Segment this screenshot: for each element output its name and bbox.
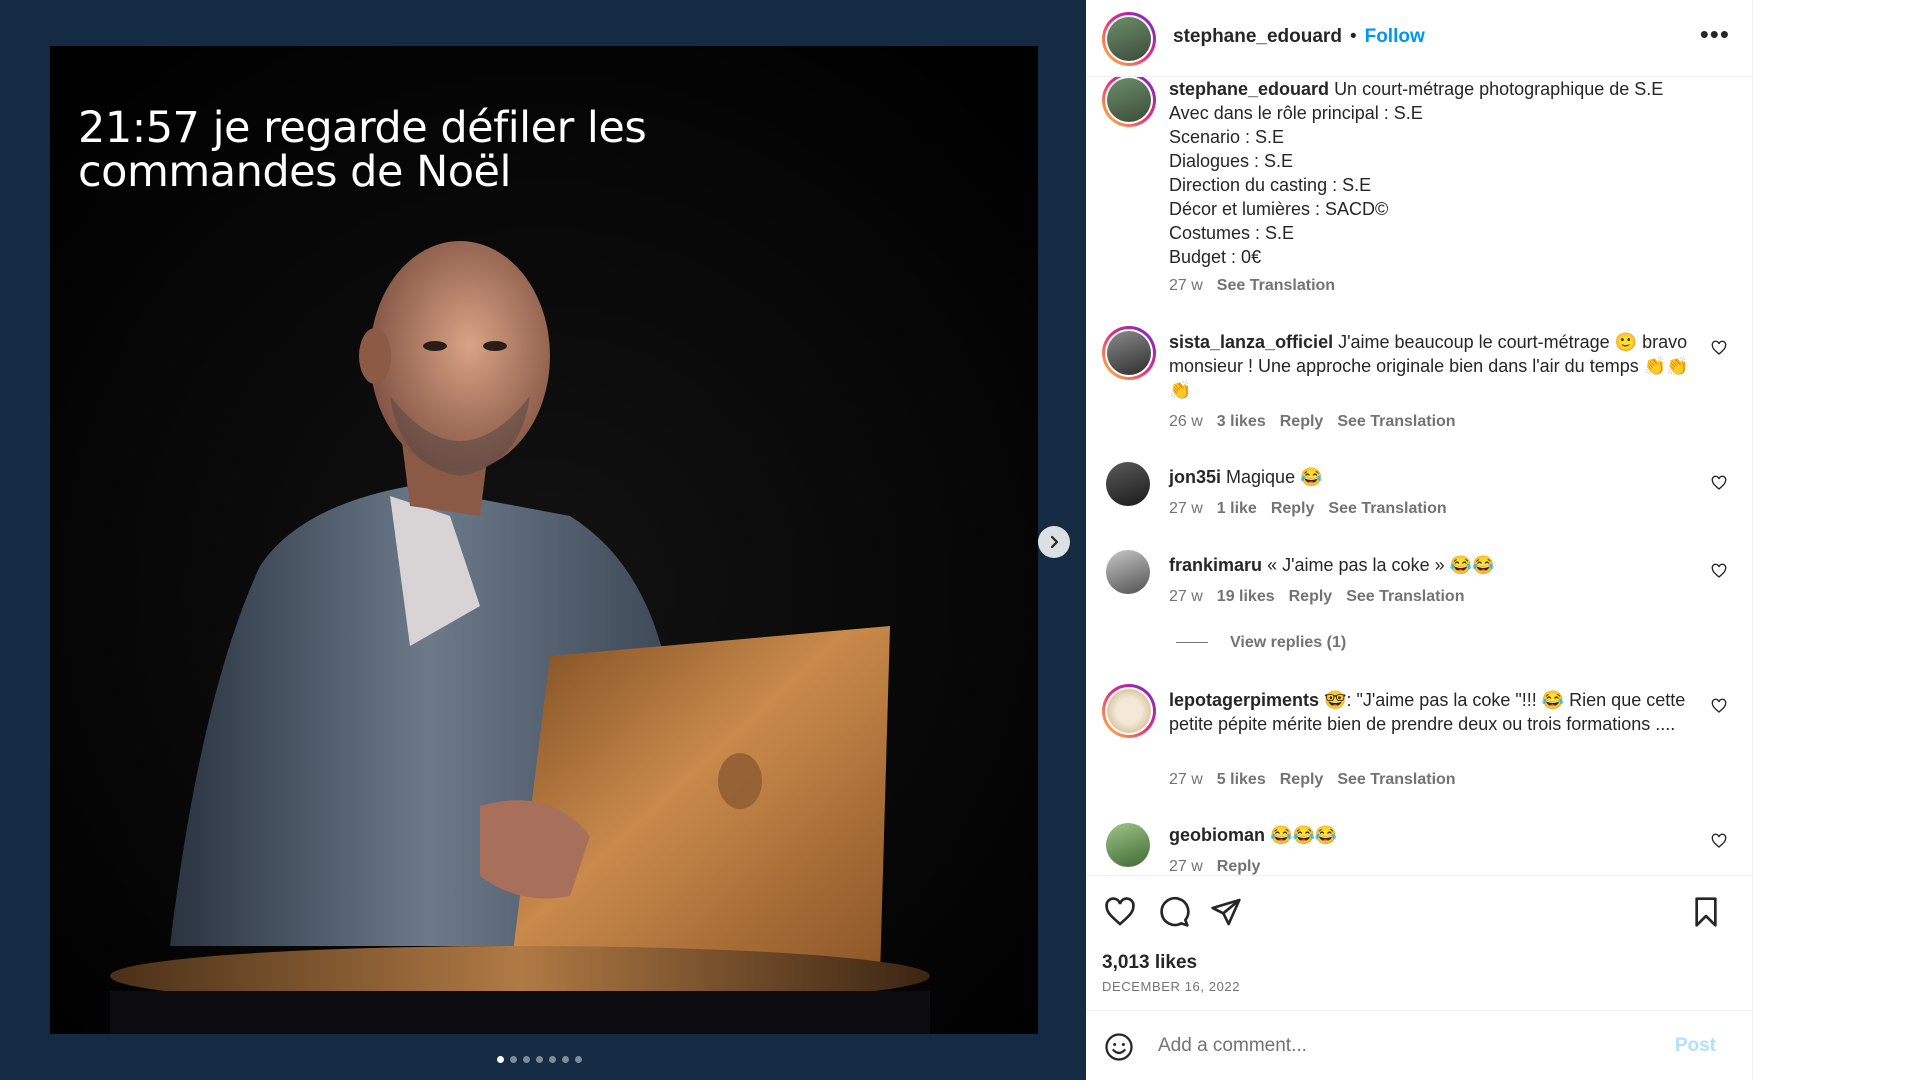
comment-username[interactable]: lepotagerpiments bbox=[1169, 690, 1319, 710]
comment-likes[interactable]: 1 like bbox=[1217, 500, 1257, 517]
comment-likes[interactable]: 5 likes bbox=[1217, 771, 1266, 788]
comment-body: « J'aime pas la coke » 😂😂 bbox=[1267, 555, 1495, 575]
see-translation-link[interactable]: See Translation bbox=[1346, 588, 1464, 605]
comment-likes[interactable]: 3 likes bbox=[1217, 413, 1266, 430]
see-translation-link[interactable]: See Translation bbox=[1337, 413, 1455, 430]
see-translation-link[interactable]: See Translation bbox=[1328, 500, 1446, 517]
author-username[interactable]: stephane_edouard bbox=[1173, 26, 1342, 47]
caption-line: Décor et lumières : SACD© bbox=[1169, 199, 1389, 219]
comment-body: Magique 😂 bbox=[1226, 467, 1323, 487]
emoji-icon[interactable] bbox=[1104, 1032, 1134, 1062]
commenter-avatar[interactable] bbox=[1102, 326, 1156, 380]
commenter-avatar[interactable] bbox=[1102, 684, 1156, 738]
caption-line: Costumes : S.E bbox=[1169, 223, 1295, 243]
comment-text: frankimaru « J'aime pas la coke » 😂😂 bbox=[1169, 553, 1694, 577]
post-comment-button[interactable]: Post bbox=[1675, 1035, 1716, 1057]
bookmark-icon[interactable] bbox=[1690, 896, 1722, 928]
reply-button[interactable]: Reply bbox=[1280, 771, 1324, 788]
comment-age: 27 w bbox=[1169, 588, 1203, 605]
comment-meta: 27 w 19 likes Reply See Translation bbox=[1169, 588, 1478, 606]
comment-meta: 27 w Reply bbox=[1169, 858, 1274, 875]
commenter-avatar[interactable] bbox=[1106, 823, 1150, 867]
carousel-dot bbox=[536, 1056, 543, 1063]
overlay-line-1: 21:57 je regarde défiler les bbox=[78, 103, 647, 153]
reply-button[interactable]: Reply bbox=[1271, 500, 1315, 517]
carousel-dot-active bbox=[497, 1056, 504, 1063]
like-comment-heart-icon[interactable] bbox=[1711, 475, 1727, 491]
header-line: stephane_edouard • Follow bbox=[1173, 26, 1425, 48]
comment-text: geobioman 😂😂😂 bbox=[1169, 823, 1694, 847]
more-options-icon[interactable]: ••• bbox=[1700, 21, 1730, 47]
likes-count[interactable]: 3,013 likes bbox=[1102, 952, 1197, 974]
post-date: DECEMBER 16, 2022 bbox=[1102, 979, 1241, 994]
view-replies-button[interactable]: View replies (1) bbox=[1176, 634, 1346, 652]
comment-age: 27 w bbox=[1169, 500, 1203, 517]
carousel-dot bbox=[523, 1056, 530, 1063]
commenter-avatar[interactable] bbox=[1106, 462, 1150, 506]
chevron-right-icon bbox=[1050, 535, 1059, 549]
caption-line: Dialogues : S.E bbox=[1169, 151, 1294, 171]
comment-age: 27 w bbox=[1169, 771, 1203, 788]
like-comment-heart-icon[interactable] bbox=[1711, 698, 1727, 714]
next-slide-button[interactable] bbox=[1038, 526, 1070, 558]
caption-username[interactable]: stephane_edouard bbox=[1169, 79, 1329, 99]
comment-text: jon35i Magique 😂 bbox=[1169, 465, 1694, 489]
comment-username[interactable]: geobioman bbox=[1169, 825, 1265, 845]
media-pane: 21:57 je regarde défiler les commandes d… bbox=[0, 0, 1086, 1080]
comment-text: lepotagerpiments 🤓: "J'aime pas la coke … bbox=[1169, 688, 1694, 736]
reply-button[interactable]: Reply bbox=[1217, 858, 1261, 875]
caption-meta: 27 w See Translation bbox=[1169, 277, 1349, 295]
comment-meta: 27 w 1 like Reply See Translation bbox=[1169, 500, 1461, 518]
comment-text: sista_lanza_officiel J'aime beaucoup le … bbox=[1169, 330, 1694, 402]
carousel-dot bbox=[575, 1056, 582, 1063]
comment-body: 😂😂😂 bbox=[1270, 825, 1338, 845]
comment-bubble-icon[interactable] bbox=[1158, 896, 1190, 928]
see-translation-link[interactable]: See Translation bbox=[1217, 277, 1335, 294]
caption-line: Direction du casting : S.E bbox=[1169, 175, 1372, 195]
comments-list[interactable]: stephane_edouard Un court-métrage photog… bbox=[1086, 77, 1752, 875]
caption-line: Avec dans le rôle principal : S.E bbox=[1169, 103, 1423, 123]
caption-age: 27 w bbox=[1169, 277, 1203, 294]
commenter-avatar[interactable] bbox=[1106, 550, 1150, 594]
post-sidebar: stephane_edouard • Follow ••• stephane_edo… bbox=[1086, 0, 1753, 1080]
comment-username[interactable]: jon35i bbox=[1169, 467, 1221, 487]
reply-button[interactable]: Reply bbox=[1280, 413, 1324, 430]
page-background bbox=[1753, 0, 1920, 1080]
like-comment-heart-icon[interactable] bbox=[1711, 340, 1727, 356]
carousel-indicator bbox=[497, 1056, 582, 1063]
carousel-dot bbox=[562, 1056, 569, 1063]
comment-input[interactable] bbox=[1156, 1034, 1660, 1058]
caption-line: Scenario : S.E bbox=[1169, 127, 1285, 147]
post-photo[interactable]: 21:57 je regarde défiler les commandes d… bbox=[50, 46, 1038, 1034]
overlay-caption: 21:57 je regarde défiler les commandes d… bbox=[78, 106, 778, 194]
follow-button[interactable]: Follow bbox=[1365, 26, 1425, 47]
reply-button[interactable]: Reply bbox=[1289, 588, 1333, 605]
author-avatar[interactable] bbox=[1102, 12, 1156, 66]
like-comment-heart-icon[interactable] bbox=[1711, 833, 1727, 849]
caption-text: stephane_edouard Un court-métrage photog… bbox=[1169, 77, 1694, 269]
post-actions: 3,013 likes DECEMBER 16, 2022 bbox=[1086, 875, 1752, 1011]
overlay-line-2: commandes de Noël bbox=[78, 147, 511, 197]
comment-username[interactable]: frankimaru bbox=[1169, 555, 1262, 575]
caption-avatar[interactable] bbox=[1102, 77, 1156, 127]
add-comment-bar: Post bbox=[1086, 1010, 1752, 1081]
comment-likes[interactable]: 19 likes bbox=[1217, 588, 1275, 605]
comment-username[interactable]: sista_lanza_officiel bbox=[1169, 332, 1333, 352]
header-separator: • bbox=[1349, 26, 1357, 47]
share-paper-plane-icon[interactable] bbox=[1210, 896, 1242, 928]
like-heart-icon[interactable] bbox=[1104, 896, 1136, 928]
like-comment-heart-icon[interactable] bbox=[1711, 563, 1727, 579]
caption-line: Un court-métrage photographique de S.E bbox=[1334, 79, 1664, 99]
caption-line: Budget : 0€ bbox=[1169, 247, 1262, 267]
post-header: stephane_edouard • Follow ••• bbox=[1086, 0, 1752, 77]
carousel-dot bbox=[549, 1056, 556, 1063]
see-translation-link[interactable]: See Translation bbox=[1337, 771, 1455, 788]
comment-meta: 27 w 5 likes Reply See Translation bbox=[1169, 771, 1470, 789]
comment-age: 27 w bbox=[1169, 858, 1203, 875]
carousel-dot bbox=[510, 1056, 517, 1063]
comment-age: 26 w bbox=[1169, 413, 1203, 430]
comment-meta: 26 w 3 likes Reply See Translation bbox=[1169, 413, 1470, 431]
